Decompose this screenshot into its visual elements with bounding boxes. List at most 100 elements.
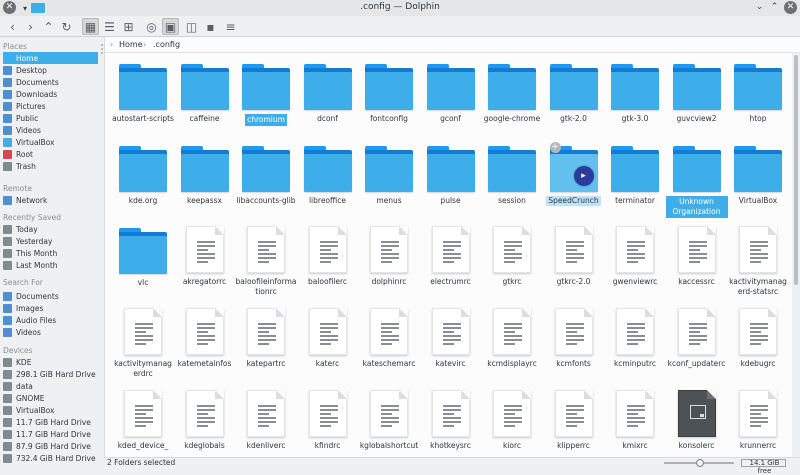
file-item[interactable]: baloofilerc (297, 226, 359, 287)
split-view-icon[interactable]: ◫ (183, 18, 200, 35)
sidebar-item[interactable]: 87.9 GiB Hard Drive (3, 440, 98, 452)
folder-item[interactable]: menus (358, 146, 420, 206)
sidebar-item[interactable]: Public (3, 112, 98, 124)
sidebar-item[interactable]: data (3, 380, 98, 392)
file-item[interactable]: katepartrc (235, 308, 297, 369)
reload-icon[interactable]: ↻ (58, 18, 75, 35)
folder-item[interactable]: google-chrome (481, 64, 543, 124)
forward-icon[interactable]: › (22, 18, 39, 35)
file-item[interactable]: kdenliverc (235, 390, 297, 451)
sidebar-item[interactable]: Network (3, 194, 98, 206)
sidebar-item[interactable]: Desktop (3, 64, 98, 76)
file-view[interactable]: › Home › .config autostart-scripts caffei… (104, 37, 800, 457)
folder-item[interactable]: autostart-scripts (112, 64, 174, 124)
file-item[interactable]: konsolerc (666, 390, 728, 451)
scrollbar-thumb[interactable] (794, 55, 798, 285)
sidebar-item[interactable]: Home (3, 52, 98, 64)
sidebar-item[interactable]: This Month (3, 247, 98, 259)
file-item[interactable]: kcminputrc (604, 308, 666, 369)
folder-item[interactable]: dconf (297, 64, 359, 124)
folder-item[interactable]: libaccounts-glib (235, 146, 297, 206)
hidden-files-icon[interactable]: ◎ (143, 18, 160, 35)
file-item[interactable]: kaccessrc (666, 226, 728, 287)
folder-item[interactable]: VirtualBox (727, 146, 789, 206)
compact-view-icon[interactable]: ☰ (101, 18, 118, 35)
file-item[interactable]: kdebugrc (727, 308, 789, 369)
file-item[interactable]: kcmfonts (543, 308, 605, 369)
up-icon[interactable]: ⌃ (40, 18, 57, 35)
sidebar-item[interactable]: 732.4 GiB Hard Drive (3, 452, 98, 464)
file-item[interactable]: kconf_updaterc (666, 308, 728, 369)
close-icon[interactable]: ✕ (784, 1, 797, 14)
preview-icon[interactable]: ▣ (162, 18, 179, 35)
sidebar-item[interactable]: Trash (3, 160, 98, 172)
folder-item[interactable]: htop (727, 64, 789, 124)
file-item[interactable]: electrumrc (420, 226, 482, 287)
scrollbar[interactable] (792, 53, 800, 457)
sidebar-item[interactable]: Audio Files (3, 314, 98, 326)
file-item[interactable]: kdeglobals (174, 390, 236, 451)
folder-item[interactable]: terminator (604, 146, 666, 206)
file-item[interactable]: kactivitymanagerd-statsrc (727, 226, 789, 297)
sidebar-item[interactable]: Videos (3, 326, 98, 338)
file-item[interactable]: khotkeysrc (420, 390, 482, 451)
folder-item[interactable]: fontconfig (358, 64, 420, 124)
sidebar-item[interactable]: Pictures (3, 100, 98, 112)
file-item[interactable]: katerc (297, 308, 359, 369)
file-item[interactable]: gwenviewrc (604, 226, 666, 287)
breadcrumb-home[interactable]: Home (119, 40, 143, 49)
file-item[interactable]: klipperrc (543, 390, 605, 451)
folder-item[interactable]: libreoffice (297, 146, 359, 206)
details-view-icon[interactable]: ⊞ (120, 18, 137, 35)
sidebar-item[interactable]: Last Month (3, 259, 98, 271)
file-item[interactable]: kactivitymanagerdrc (112, 308, 174, 379)
sidebar-item[interactable]: Today (3, 223, 98, 235)
icons-view-icon[interactable]: ▦ (82, 18, 99, 35)
sidebar-item[interactable]: 298.1 GiB Hard Drive (3, 368, 98, 380)
file-item[interactable]: kded_device_ (112, 390, 174, 451)
sidebar-item[interactable]: Documents (3, 290, 98, 302)
folder-item[interactable]: pulse (420, 146, 482, 206)
sidebar-item[interactable]: GNOME (3, 392, 98, 404)
file-item[interactable]: kglobalshortcut (358, 390, 420, 451)
maximize-icon[interactable]: ⌃ (768, 1, 781, 14)
file-item[interactable]: kcmdisplayrc (481, 308, 543, 369)
sidebar-item[interactable]: VirtualBox (3, 404, 98, 416)
file-item[interactable]: gtkrc-2.0 (543, 226, 605, 287)
folder-item[interactable]: vlc (112, 228, 174, 288)
folder-item[interactable]: gtk-2.0 (543, 64, 605, 124)
folder-item[interactable]: keepassx (174, 146, 236, 206)
file-item[interactable]: kateschemarc (358, 308, 420, 369)
folder-item[interactable]: gconf (420, 64, 482, 124)
file-item[interactable]: baloofileinformationrc (235, 226, 297, 297)
folder-item[interactable]: chromium (235, 64, 297, 126)
sidebar-item[interactable]: KDE (3, 356, 98, 368)
file-item[interactable]: kmixrc (604, 390, 666, 451)
folder-item[interactable]: kde.org (112, 146, 174, 206)
sidebar-item[interactable]: VirtualBox (3, 136, 98, 148)
file-item[interactable]: dolphinrc (358, 226, 420, 287)
folder-item[interactable]: gtk-3.0 (604, 64, 666, 124)
sidebar-item[interactable]: Yesterday (3, 235, 98, 247)
menu-icon[interactable]: ≡ (222, 18, 239, 35)
file-item[interactable]: kfindrc (297, 390, 359, 451)
sidebar-item[interactable]: 11.7 GiB Hard Drive (3, 416, 98, 428)
folder-item[interactable]: caffeine (174, 64, 236, 124)
sidebar-item[interactable]: 11.7 GiB Hard Drive (3, 428, 98, 440)
file-item[interactable]: katemetainfos (174, 308, 236, 369)
folder-item[interactable]: session (481, 146, 543, 206)
sidebar-item[interactable]: Videos (3, 124, 98, 136)
back-icon[interactable]: ‹ (4, 18, 21, 35)
file-item[interactable]: katevirc (420, 308, 482, 369)
minimize-icon[interactable]: ⌄ (753, 1, 766, 14)
sidebar-item[interactable]: Downloads (3, 88, 98, 100)
file-item[interactable]: gtkrc (481, 226, 543, 287)
file-item[interactable]: kiorc (481, 390, 543, 451)
sidebar-item[interactable]: Documents (3, 76, 98, 88)
breadcrumb-separator-icon[interactable]: › (143, 40, 146, 49)
file-item[interactable]: krunnerrc (727, 390, 789, 451)
terminal-icon[interactable]: ▪ (202, 18, 219, 35)
sidebar-item[interactable]: Images (3, 302, 98, 314)
breadcrumb-arrow-icon[interactable]: › (110, 40, 113, 49)
folder-item[interactable]: Unknown Organization (665, 146, 728, 218)
